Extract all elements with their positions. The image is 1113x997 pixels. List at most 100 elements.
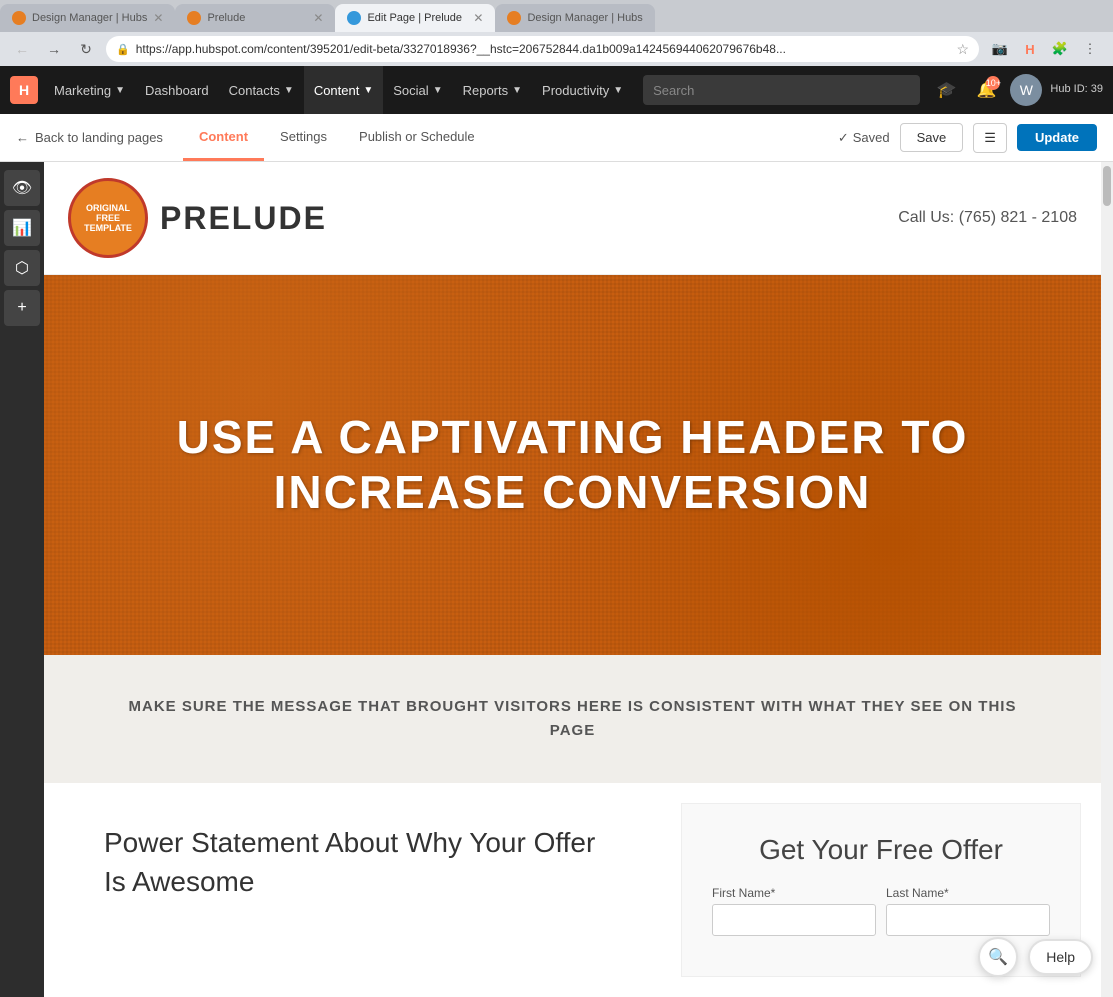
nav-contacts-arrow: ▼ [284, 85, 294, 96]
left-sidebar: 👁 📊 ⬡ + [0, 162, 44, 997]
back-button[interactable]: ← [10, 37, 34, 61]
secure-icon: 🔒 [116, 43, 130, 56]
tab-close-3[interactable]: ✕ [473, 11, 483, 25]
page-content-area[interactable]: ORIGINALFREE TEMPLATE PRELUDE Call Us: (… [44, 162, 1101, 997]
back-label: Back to landing pages [35, 130, 163, 145]
nav-reports-label: Reports [463, 83, 509, 98]
last-name-label: Last Name* [886, 886, 1050, 900]
nav-dashboard[interactable]: Dashboard [135, 66, 219, 114]
back-arrow-icon: ← [16, 130, 29, 145]
reload-button[interactable]: ↻ [74, 37, 98, 61]
browser-actions: 📷 H 🧩 ⋮ [987, 36, 1103, 62]
add-btn[interactable]: + [4, 290, 40, 326]
hero-section[interactable]: USE A CAPTIVATING HEADER TO INCREASE CON… [44, 275, 1101, 655]
menu-btn[interactable]: ⋮ [1077, 36, 1103, 62]
back-to-pages-btn[interactable]: ← Back to landing pages [16, 130, 163, 145]
nav-social[interactable]: Social ▼ [383, 66, 452, 114]
right-scrollbar[interactable] [1101, 162, 1113, 997]
save-button[interactable]: Save [900, 123, 964, 152]
hubspot-logo[interactable]: H [10, 76, 38, 104]
first-name-field: First Name* [712, 886, 876, 936]
toolbar-tabs: Content Settings Publish or Schedule [183, 115, 838, 161]
box-icon: ⬡ [15, 258, 29, 278]
plus-icon: + [17, 299, 26, 317]
update-button[interactable]: Update [1017, 124, 1097, 151]
preview-btn[interactable]: 👁 [4, 170, 40, 206]
search-circle-btn[interactable]: 🔍 [978, 937, 1018, 977]
hub-id-label: Hub ID: 39 [1050, 83, 1103, 96]
tab-favicon-2 [187, 11, 201, 25]
modules-btn[interactable]: ⬡ [4, 250, 40, 286]
nav-productivity[interactable]: Productivity ▼ [532, 66, 633, 114]
user-info: Hub ID: 39 [1050, 83, 1103, 96]
tab-publish-label: Publish or Schedule [359, 129, 475, 144]
chart-icon: 📊 [12, 218, 32, 238]
search-input[interactable] [643, 75, 920, 105]
tab-close-2[interactable]: ✕ [313, 11, 323, 25]
nav-reports-arrow: ▼ [512, 85, 522, 96]
nav-marketing-label: Marketing [54, 83, 111, 98]
address-bar: ← → ↻ 🔒 https://app.hubspot.com/content/… [0, 32, 1113, 66]
notifications-btn[interactable]: 🔔 10+ [970, 74, 1002, 106]
nav-social-label: Social [393, 83, 428, 98]
forward-button[interactable]: → [42, 37, 66, 61]
tab-content-label: Content [199, 129, 248, 144]
main-content-area: Power Statement About Why Your Offer Is … [44, 783, 1101, 997]
tab-content[interactable]: Content [183, 115, 264, 161]
tab-title-2: Prelude [207, 12, 307, 24]
avatar[interactable]: W [1010, 74, 1042, 106]
hubspot-ext-btn[interactable]: H [1017, 36, 1043, 62]
help-area: 🔍 Help [978, 937, 1093, 977]
left-content: Power Statement About Why Your Offer Is … [44, 783, 661, 997]
first-name-input[interactable] [712, 904, 876, 936]
hubspot-nav: H Marketing ▼ Dashboard Contacts ▼ Conte… [0, 66, 1113, 114]
menu-button[interactable]: ☰ [973, 123, 1007, 153]
academy-btn[interactable]: 🎓 [930, 74, 962, 106]
tab-title-1: Design Manager | Hubs [32, 12, 147, 24]
tab-close-1[interactable]: ✕ [153, 11, 163, 25]
nav-contacts[interactable]: Contacts ▼ [219, 66, 304, 114]
screenshot-btn[interactable]: 📷 [987, 36, 1013, 62]
tab-title-3: Edit Page | Prelude [367, 12, 467, 24]
site-logo: ORIGINALFREE TEMPLATE [68, 178, 148, 258]
nav-marketing-arrow: ▼ [115, 85, 125, 96]
tab-4[interactable]: Design Manager | Hubs [495, 4, 655, 32]
last-name-input[interactable] [886, 904, 1050, 936]
stats-btn[interactable]: 📊 [4, 210, 40, 246]
toolbar-right: ✓ Saved Save ☰ Update [838, 123, 1097, 153]
tab-title-4: Design Manager | Hubs [527, 12, 643, 24]
site-header: ORIGINALFREE TEMPLATE PRELUDE Call Us: (… [44, 162, 1101, 275]
check-icon: ✓ [838, 130, 849, 146]
logo-text-top: ORIGINALFREE TEMPLATE [71, 203, 145, 233]
nav-right-area: 🎓 🔔 10+ W Hub ID: 39 [930, 74, 1103, 106]
nav-content[interactable]: Content ▼ [304, 66, 383, 114]
hero-content: USE A CAPTIVATING HEADER TO INCREASE CON… [137, 370, 1009, 560]
tab-2[interactable]: Prelude ✕ [175, 4, 335, 32]
tab-favicon-1 [12, 11, 26, 25]
url-bar[interactable]: 🔒 https://app.hubspot.com/content/395201… [106, 36, 979, 62]
nav-content-arrow: ▼ [363, 85, 373, 96]
first-name-label: First Name* [712, 886, 876, 900]
url-text: https://app.hubspot.com/content/395201/e… [136, 42, 951, 56]
extensions-btn[interactable]: 🧩 [1047, 36, 1073, 62]
tab-3[interactable]: Edit Page | Prelude ✕ [335, 4, 495, 32]
nav-search-container [643, 75, 920, 105]
help-button[interactable]: Help [1028, 939, 1093, 975]
sub-hero-section[interactable]: MAKE SURE THE MESSAGE THAT BROUGHT VISIT… [44, 655, 1101, 783]
power-statement: Power Statement About Why Your Offer Is … [104, 823, 621, 901]
bookmark-icon[interactable]: ☆ [956, 41, 969, 58]
last-name-field: Last Name* [886, 886, 1050, 936]
tab-settings[interactable]: Settings [264, 115, 343, 161]
tab-publish[interactable]: Publish or Schedule [343, 115, 491, 161]
saved-label: Saved [853, 130, 890, 145]
form-name-row: First Name* Last Name* [712, 886, 1050, 936]
hero-title-line1: USE A CAPTIVATING HEADER TO [177, 410, 969, 465]
sub-hero-text: MAKE SURE THE MESSAGE THAT BROUGHT VISIT… [104, 695, 1041, 743]
tab-favicon-3 [347, 11, 361, 25]
editor-body: 👁 📊 ⬡ + ORIGINALFREE TEMPLATE PRELUDE Ca… [0, 162, 1113, 997]
nav-reports[interactable]: Reports ▼ [453, 66, 532, 114]
hero-title-line2: INCREASE CONVERSION [177, 465, 969, 520]
nav-marketing[interactable]: Marketing ▼ [44, 66, 135, 114]
tab-1[interactable]: Design Manager | Hubs ✕ [0, 4, 175, 32]
scroll-thumb[interactable] [1103, 166, 1111, 206]
